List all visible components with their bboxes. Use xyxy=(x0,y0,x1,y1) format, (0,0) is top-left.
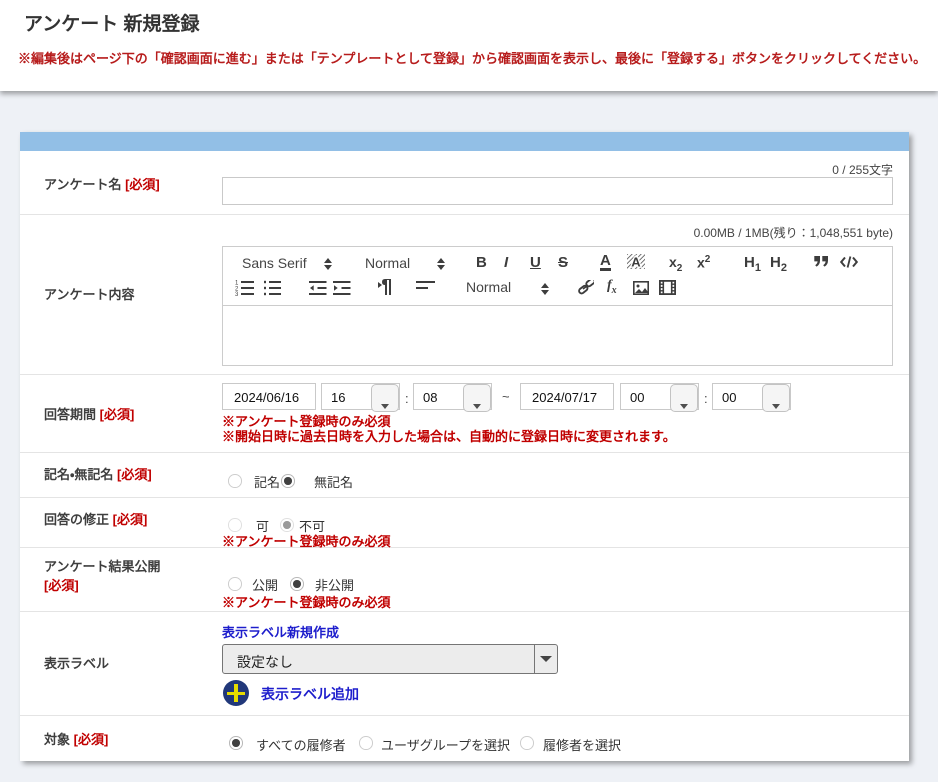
svg-text:3: 3 xyxy=(235,292,239,296)
svg-text:A: A xyxy=(631,255,641,270)
